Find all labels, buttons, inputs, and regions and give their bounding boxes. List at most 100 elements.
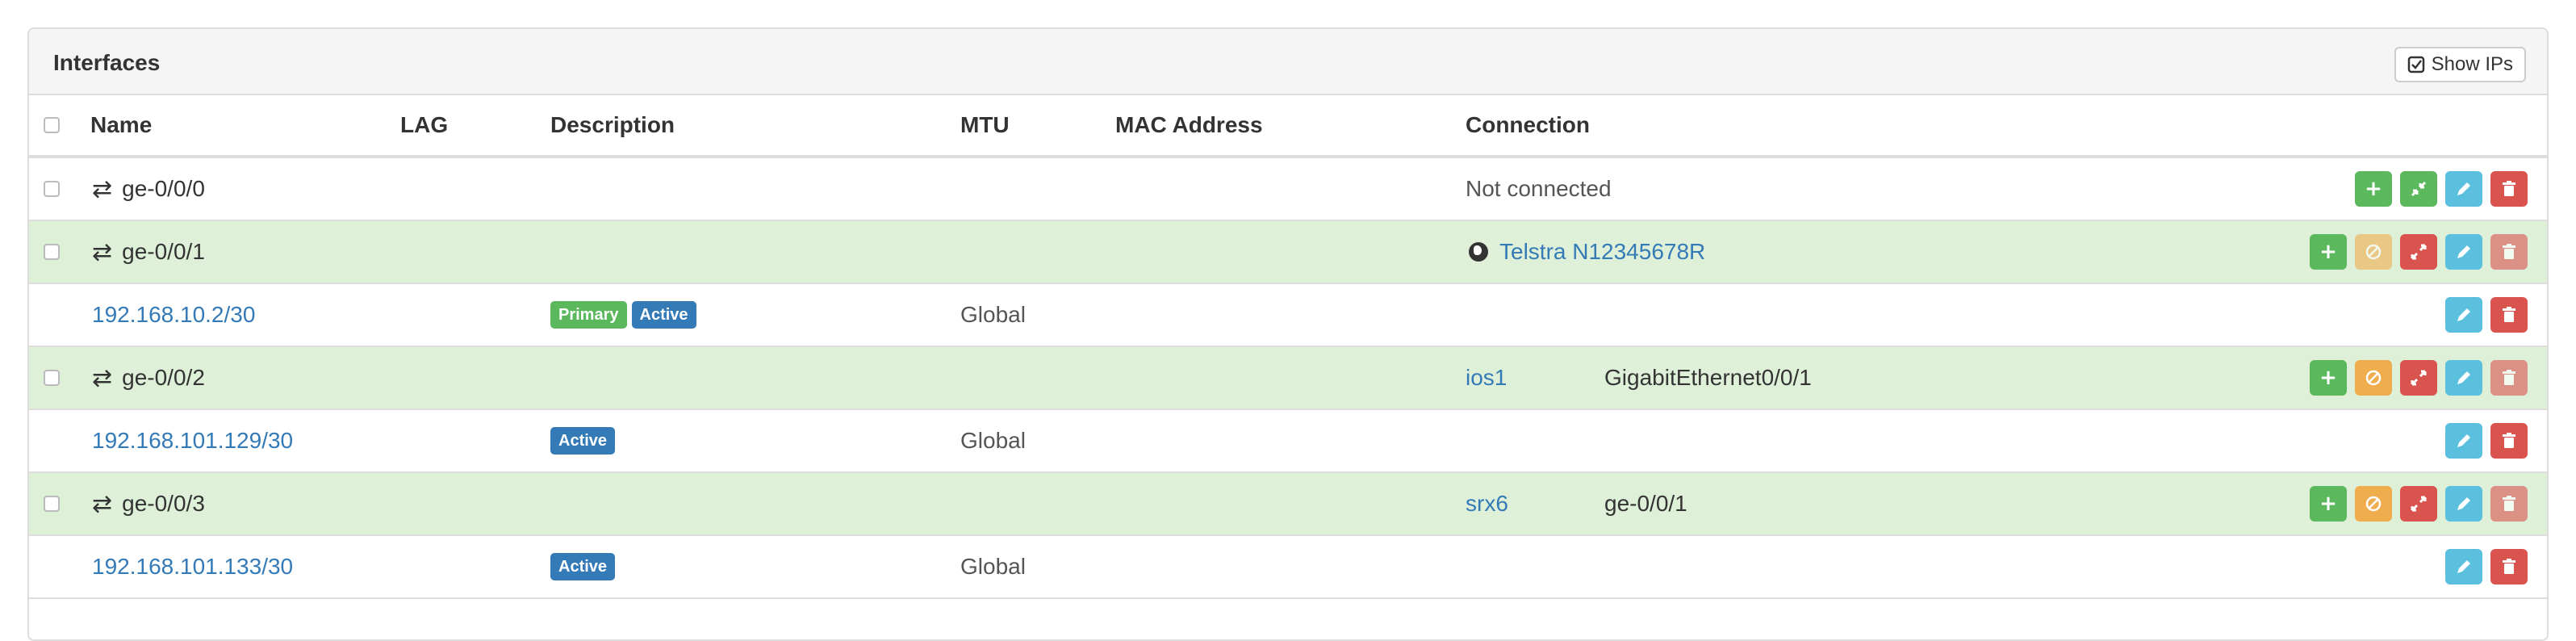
trash-icon xyxy=(2503,307,2515,322)
trace-button[interactable] xyxy=(2400,486,2437,522)
ip-address-link[interactable]: 192.168.101.129/30 xyxy=(92,410,293,471)
pencil-icon xyxy=(2457,434,2470,447)
interface-exchange-icon: ⇄ xyxy=(92,238,113,266)
add-ip-button[interactable]: + xyxy=(2310,486,2347,522)
column-description[interactable]: Description xyxy=(550,95,675,155)
delete-button[interactable] xyxy=(2490,360,2528,396)
row-checkbox[interactable] xyxy=(44,244,60,260)
edit-button[interactable] xyxy=(2445,486,2482,522)
globe-icon xyxy=(1469,242,1488,262)
plus-icon: + xyxy=(2365,177,2382,201)
status-badge: Active xyxy=(550,553,616,580)
expand-icon xyxy=(2411,496,2427,512)
disconnect-button[interactable] xyxy=(2355,360,2392,396)
ban-icon xyxy=(2365,496,2382,512)
peer-interface: GigabitEthernet0/0/1 xyxy=(1604,365,1812,390)
ip-address-row: 192.168.101.133/30 Active Global xyxy=(29,536,2547,599)
disconnect-button[interactable] xyxy=(2355,486,2392,522)
row-checkbox[interactable] xyxy=(44,181,60,197)
vrf-label: Global xyxy=(960,302,1026,327)
trash-icon xyxy=(2503,244,2515,259)
ban-icon xyxy=(2365,370,2382,386)
pencil-icon xyxy=(2457,245,2470,258)
trace-button[interactable] xyxy=(2400,234,2437,270)
plus-icon: + xyxy=(2319,366,2337,390)
show-ips-label: Show IPs xyxy=(2431,53,2513,75)
delete-ip-button[interactable] xyxy=(2490,549,2528,584)
column-mac-address[interactable]: MAC Address xyxy=(1115,95,1263,155)
interface-name[interactable]: ge-0/0/0 xyxy=(122,176,205,202)
ip-address-row: 192.168.10.2/30 Primary Active Global xyxy=(29,284,2547,347)
plus-icon: + xyxy=(2319,492,2337,516)
peer-device-link[interactable]: srx6 xyxy=(1466,473,1508,534)
status-badge: Active xyxy=(631,301,696,329)
connection-status: Not connected xyxy=(1466,176,1612,201)
panel-heading: Interfaces Show IPs xyxy=(29,29,2547,95)
connect-button[interactable] xyxy=(2400,171,2437,207)
add-ip-button[interactable]: + xyxy=(2310,234,2347,270)
panel-title: Interfaces xyxy=(53,50,161,75)
trash-icon xyxy=(2503,496,2515,511)
interfaces-panel: Interfaces Show IPs Name LAG Description… xyxy=(27,27,2549,641)
edit-ip-button[interactable] xyxy=(2445,297,2482,333)
interface-name[interactable]: ge-0/0/3 xyxy=(122,491,205,517)
pencil-icon xyxy=(2457,497,2470,510)
primary-badge: Primary xyxy=(550,301,627,329)
column-lag[interactable]: LAG xyxy=(400,95,448,155)
row-checkbox[interactable] xyxy=(44,370,60,386)
interface-exchange-icon: ⇄ xyxy=(92,175,113,203)
interface-name[interactable]: ge-0/0/2 xyxy=(122,365,205,391)
add-ip-button[interactable]: + xyxy=(2310,360,2347,396)
check-square-icon xyxy=(2407,56,2424,73)
disconnect-button[interactable] xyxy=(2355,234,2392,270)
delete-button[interactable] xyxy=(2490,486,2528,522)
status-badge: Active xyxy=(550,427,616,455)
pencil-icon xyxy=(2457,371,2470,384)
peer-interface: ge-0/0/1 xyxy=(1604,491,1687,516)
show-ips-button[interactable]: Show IPs xyxy=(2394,47,2526,82)
add-ip-button[interactable]: + xyxy=(2355,171,2392,207)
plus-icon: + xyxy=(2319,240,2337,264)
compress-icon xyxy=(2411,181,2427,197)
expand-icon xyxy=(2411,370,2427,386)
select-all-checkbox[interactable] xyxy=(44,117,60,133)
interface-exchange-icon: ⇄ xyxy=(92,490,113,517)
peer-device-link[interactable]: ios1 xyxy=(1466,347,1507,408)
ban-icon xyxy=(2365,244,2382,260)
pencil-icon xyxy=(2457,182,2470,195)
pencil-icon xyxy=(2457,560,2470,573)
ip-address-link[interactable]: 192.168.101.133/30 xyxy=(92,536,293,597)
delete-button[interactable] xyxy=(2490,171,2528,207)
column-connection[interactable]: Connection xyxy=(1466,95,1590,155)
trash-icon xyxy=(2503,181,2515,196)
table-header: Name LAG Description MTU MAC Address Con… xyxy=(29,95,2547,158)
interface-exchange-icon: ⇄ xyxy=(92,364,113,392)
ip-address-link[interactable]: 192.168.10.2/30 xyxy=(92,284,255,346)
interface-name[interactable]: ge-0/0/1 xyxy=(122,239,205,265)
edit-button[interactable] xyxy=(2445,234,2482,270)
table-row: ⇄ ge-0/0/0 Not connected + xyxy=(29,158,2547,221)
delete-button[interactable] xyxy=(2490,234,2528,270)
edit-ip-button[interactable] xyxy=(2445,549,2482,584)
edit-button[interactable] xyxy=(2445,171,2482,207)
table-row: ⇄ ge-0/0/3 srx6 ge-0/0/1 + xyxy=(29,473,2547,536)
table-row: ⇄ ge-0/0/1 Telstra N12345678R + xyxy=(29,221,2547,284)
column-name[interactable]: Name xyxy=(90,95,152,155)
expand-icon xyxy=(2411,244,2427,260)
pencil-icon xyxy=(2457,308,2470,321)
trash-icon xyxy=(2503,559,2515,574)
ip-address-row: 192.168.101.129/30 Active Global xyxy=(29,410,2547,473)
table-row: ⇄ ge-0/0/2 ios1 GigabitEthernet0/0/1 + xyxy=(29,347,2547,410)
edit-button[interactable] xyxy=(2445,360,2482,396)
trash-icon xyxy=(2503,370,2515,385)
column-mtu[interactable]: MTU xyxy=(960,95,1010,155)
circuit-link[interactable]: Telstra N12345678R xyxy=(1499,239,1705,265)
vrf-label: Global xyxy=(960,554,1026,579)
trace-button[interactable] xyxy=(2400,360,2437,396)
delete-ip-button[interactable] xyxy=(2490,423,2528,459)
delete-ip-button[interactable] xyxy=(2490,297,2528,333)
row-checkbox[interactable] xyxy=(44,496,60,512)
edit-ip-button[interactable] xyxy=(2445,423,2482,459)
vrf-label: Global xyxy=(960,428,1026,453)
trash-icon xyxy=(2503,433,2515,448)
